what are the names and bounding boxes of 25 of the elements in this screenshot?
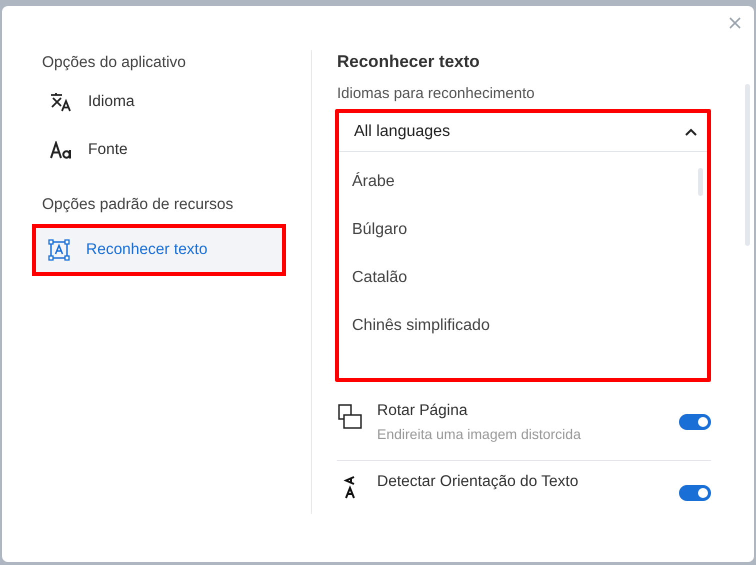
language-dropdown[interactable]: All languages Árabe Búlgaro Catalão Chinês simplificado — [335, 109, 711, 382]
sidebar-item[interactable]: Fonte — [34, 130, 266, 170]
setting-description: Endireita uma imagem distorcida — [377, 426, 582, 442]
sidebar-item[interactable]: Idioma — [34, 82, 266, 122]
dropdown-option[interactable]: Catalão — [339, 254, 707, 302]
toggle-switch[interactable] — [679, 485, 711, 501]
text-frame-icon — [48, 239, 70, 261]
section-title: Opções do aplicativo — [41, 53, 187, 73]
pages-icon — [337, 404, 363, 430]
field-label: Idiomas para reconhecimento — [337, 85, 536, 102]
section-title: Opções padrão de recursos — [41, 195, 234, 215]
setting-title: Detectar Orientação do Texto — [377, 473, 580, 491]
dropdown-option[interactable]: Árabe — [339, 158, 707, 206]
dropdown-option[interactable]: Búlgaro — [339, 206, 707, 254]
scrollbar[interactable] — [698, 168, 703, 196]
dropdown-option[interactable]: Chinês simplificado — [339, 302, 707, 350]
translate-icon — [50, 92, 72, 112]
font-icon — [50, 141, 72, 159]
sidebar-item[interactable]: Reconhecer texto — [32, 224, 286, 276]
scrollbar[interactable] — [745, 84, 750, 246]
setting-title: Rotar Página — [377, 402, 468, 420]
panel-title: Reconhecer texto — [337, 52, 481, 72]
toggle-switch[interactable] — [679, 414, 711, 430]
dropdown-value: All languages — [354, 123, 450, 141]
close-icon[interactable] — [729, 17, 741, 29]
